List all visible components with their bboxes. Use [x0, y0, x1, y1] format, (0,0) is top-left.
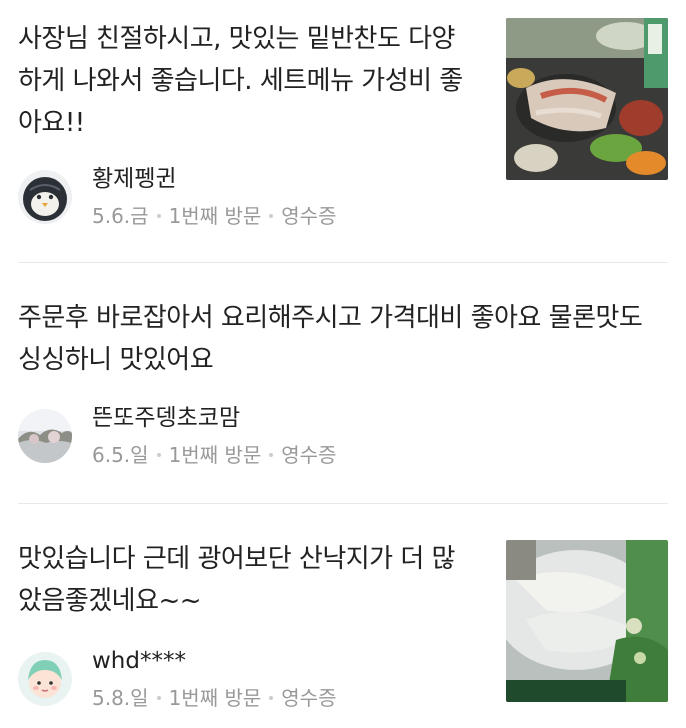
- review-author[interactable]: 뜬또주뎅초코맘 6.5.일 1번째 방문 영수증: [18, 403, 336, 469]
- visit-count: 1번째 방문: [168, 686, 262, 710]
- review-author[interactable]: whd**** 5.8.일 1번째 방문 영수증: [18, 646, 336, 712]
- separator-dot: [156, 453, 161, 457]
- receipt-badge: 영수증: [281, 204, 337, 228]
- visit-date: 5.6.금: [92, 204, 149, 228]
- separator-dot: [156, 214, 161, 218]
- author-name[interactable]: 뜬또주뎅초코맘: [92, 403, 336, 433]
- visit-date: 6.5.일: [92, 443, 149, 467]
- separator-dot: [156, 696, 161, 700]
- review-item[interactable]: 주문후 바로잡아서 요리해주시고 가격대비 좋아요 물론맛도 싱싱하니 맛있어요…: [18, 263, 668, 504]
- visit-count: 1번째 방문: [168, 443, 262, 467]
- separator-dot: [269, 696, 274, 700]
- review-list: 사장님 친절하시고, 맛있는 밑반찬도 다양하게 나와서 좋습니다. 세트메뉴 …: [0, 0, 686, 728]
- avatar[interactable]: [18, 409, 72, 463]
- review-text[interactable]: 맛있습니다 근데 광어보단 산낙지가 더 많았음좋겠네요~~: [18, 538, 478, 622]
- review-photo[interactable]: [506, 540, 668, 702]
- review-photo[interactable]: [506, 18, 668, 180]
- review-item[interactable]: 맛있습니다 근데 광어보단 산낙지가 더 많았음좋겠네요~~ whd**** 5…: [18, 504, 668, 728]
- author-name[interactable]: whd****: [92, 646, 336, 676]
- separator-dot: [269, 453, 274, 457]
- review-text[interactable]: 주문후 바로잡아서 요리해주시고 가격대비 좋아요 물론맛도 싱싱하니 맛있어요: [18, 297, 668, 381]
- separator-dot: [269, 214, 274, 218]
- receipt-badge: 영수증: [281, 686, 337, 710]
- review-item[interactable]: 사장님 친절하시고, 맛있는 밑반찬도 다양하게 나와서 좋습니다. 세트메뉴 …: [18, 0, 668, 263]
- visit-count: 1번째 방문: [168, 204, 262, 228]
- avatar[interactable]: [18, 170, 72, 224]
- receipt-badge: 영수증: [281, 443, 337, 467]
- review-author[interactable]: 황제펭귄 5.6.금 1번째 방문 영수증: [18, 164, 336, 230]
- review-meta: 5.8.일 1번째 방문 영수증: [92, 684, 336, 712]
- review-text[interactable]: 사장님 친절하시고, 맛있는 밑반찬도 다양하게 나와서 좋습니다. 세트메뉴 …: [18, 18, 478, 144]
- review-meta: 6.5.일 1번째 방문 영수증: [92, 441, 336, 469]
- visit-date: 5.8.일: [92, 686, 149, 710]
- author-name[interactable]: 황제펭귄: [92, 164, 336, 194]
- avatar[interactable]: [18, 652, 72, 706]
- review-meta: 5.6.금 1번째 방문 영수증: [92, 202, 336, 230]
